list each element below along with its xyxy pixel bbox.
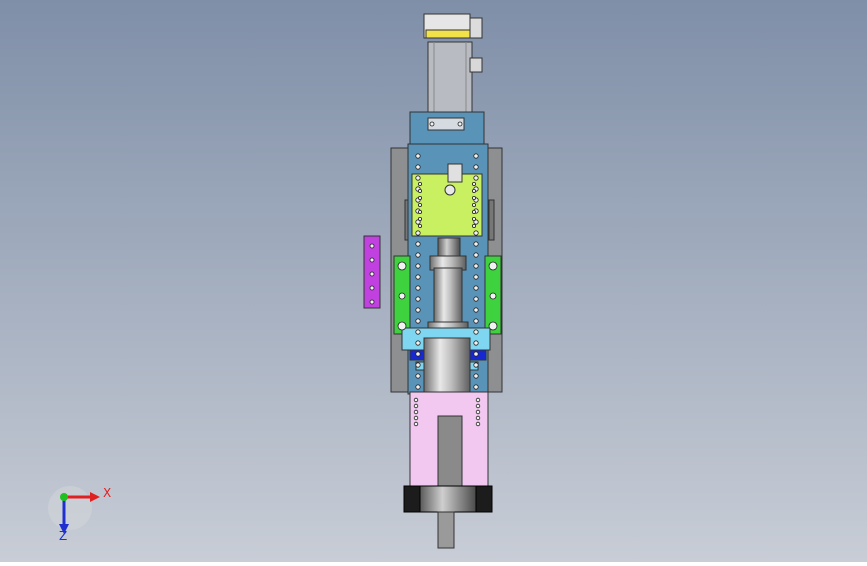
mounting-hole: [415, 318, 421, 324]
mounting-hole: [417, 181, 422, 186]
mounting-hole: [415, 230, 421, 236]
mounting-hole: [471, 195, 476, 200]
drive-roller[interactable]: [403, 485, 493, 513]
mounting-hole: [471, 209, 476, 214]
mounting-hole: [413, 403, 419, 409]
spindle-shaft: [433, 267, 463, 327]
mounting-hole: [417, 195, 422, 200]
mounting-hole: [475, 397, 481, 403]
mounting-hole: [413, 397, 419, 403]
mounting-hole: [415, 153, 421, 159]
mounting-hole: [473, 307, 479, 313]
mounting-hole: [417, 188, 422, 193]
mounting-hole: [397, 321, 407, 331]
triad-y-axis: [60, 493, 68, 501]
spindle-upper: [437, 237, 461, 259]
mounting-hole: [473, 164, 479, 170]
mounting-hole: [473, 384, 479, 390]
mounting-hole: [457, 121, 463, 127]
mounting-hole: [415, 263, 421, 269]
mounting-hole: [473, 340, 479, 346]
mounting-hole: [415, 340, 421, 346]
mounting-hole: [415, 384, 421, 390]
mounting-hole: [369, 257, 375, 263]
output-shaft[interactable]: [437, 511, 455, 549]
mounting-hole: [488, 261, 498, 271]
mounting-hole: [417, 216, 422, 221]
mounting-hole: [473, 252, 479, 258]
mounting-hole: [415, 274, 421, 280]
mounting-hole: [415, 164, 421, 170]
cad-scene: [0, 0, 867, 562]
motor-yellow-band: [425, 29, 473, 39]
motor-body: [427, 41, 473, 113]
mounting-hole: [429, 121, 435, 127]
mounting-hole: [473, 373, 479, 379]
mounting-hole: [417, 202, 422, 207]
mounting-hole: [475, 409, 481, 415]
roller-hub: [419, 485, 477, 513]
right-side-slot: [488, 199, 495, 241]
mounting-hole: [413, 415, 419, 421]
lime-carriage[interactable]: [411, 163, 483, 237]
mounting-hole: [415, 241, 421, 247]
mounting-hole: [471, 188, 476, 193]
mounting-hole: [369, 271, 375, 277]
mounting-hole: [471, 216, 476, 221]
mounting-hole: [398, 292, 406, 300]
carriage-nut: [447, 163, 463, 183]
motor-connector: [469, 17, 483, 39]
carriage-center: [444, 184, 456, 196]
triad-z-label: Z: [59, 529, 68, 543]
triad-hub: [48, 486, 92, 530]
mounting-hole: [471, 181, 476, 186]
carriage-body: [411, 173, 483, 237]
mounting-hole: [473, 362, 479, 368]
mounting-hole: [475, 421, 481, 427]
mounting-hole: [415, 373, 421, 379]
mounting-hole: [415, 329, 421, 335]
mounting-hole: [473, 296, 479, 302]
cad-viewport[interactable]: X Z: [0, 0, 867, 562]
mounting-hole: [369, 285, 375, 291]
triad-x-label: X: [103, 486, 112, 500]
mounting-hole: [473, 351, 479, 357]
mounting-hole: [415, 362, 421, 368]
mounting-hole: [413, 421, 419, 427]
mounting-hole: [489, 292, 497, 300]
mounting-hole: [473, 153, 479, 159]
mounting-hole: [473, 175, 479, 181]
mounting-hole: [473, 285, 479, 291]
mounting-hole: [415, 252, 421, 258]
mounting-hole: [369, 299, 375, 305]
mounting-hole: [417, 209, 422, 214]
mounting-hole: [473, 329, 479, 335]
mounting-hole: [473, 274, 479, 280]
mounting-hole: [473, 241, 479, 247]
mounting-hole: [415, 285, 421, 291]
mounting-hole: [415, 296, 421, 302]
mounting-hole: [415, 351, 421, 357]
mounting-hole: [475, 403, 481, 409]
mounting-hole: [415, 307, 421, 313]
motor-side-stub: [469, 57, 483, 73]
mounting-hole: [397, 261, 407, 271]
mounting-hole: [369, 243, 375, 249]
mounting-hole: [488, 321, 498, 331]
mounting-hole: [471, 223, 476, 228]
mounting-hole: [473, 318, 479, 324]
mounting-hole: [413, 409, 419, 415]
mounting-hole: [417, 223, 422, 228]
mounting-hole: [475, 415, 481, 421]
mounting-hole: [473, 263, 479, 269]
mounting-hole: [471, 202, 476, 207]
mounting-hole: [415, 175, 421, 181]
mounting-hole: [473, 230, 479, 236]
housing-inner-shaft: [437, 415, 463, 491]
